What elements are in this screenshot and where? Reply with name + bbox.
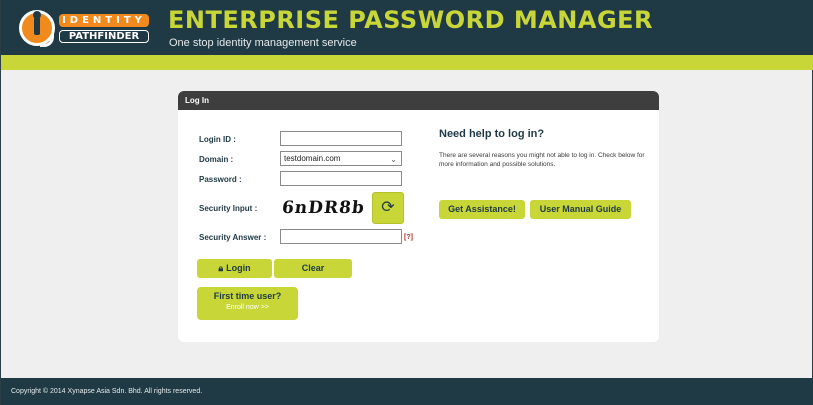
login-id-label: Login ID : bbox=[199, 135, 236, 144]
panel-title: Log In bbox=[178, 91, 659, 110]
domain-select[interactable]: testdomain.com ⌄ bbox=[280, 151, 402, 166]
domain-selected-value: testdomain.com bbox=[284, 154, 341, 163]
logo-text-bottom: PATHFINDER bbox=[59, 30, 149, 43]
clear-button[interactable]: Clear bbox=[274, 259, 352, 278]
first-time-user-button[interactable]: First time user? Enroll now >> bbox=[197, 287, 298, 320]
login-id-input[interactable] bbox=[280, 131, 402, 146]
security-answer-help-link[interactable]: [?] bbox=[404, 234, 413, 241]
get-assistance-label: Get Assistance! bbox=[448, 204, 516, 214]
copyright-text: Copyright © 2014 Xynapse Asia Sdn. Bhd. … bbox=[11, 388, 203, 395]
user-manual-label: User Manual Guide bbox=[539, 204, 622, 214]
identity-pathfinder-logo: IDENTITY PATHFINDER bbox=[19, 10, 149, 47]
login-panel: Log In Login ID : Domain : testdomain.co… bbox=[178, 91, 659, 342]
user-manual-button[interactable]: User Manual Guide bbox=[530, 200, 631, 219]
need-help-heading: Need help to log in? bbox=[439, 128, 545, 140]
app-title: ENTERPRISE PASSWORD MANAGER bbox=[168, 6, 654, 34]
domain-label: Domain : bbox=[199, 155, 234, 164]
need-help-text: There are several reasons you might not … bbox=[439, 152, 645, 168]
refresh-icon: ⟳ bbox=[381, 199, 395, 216]
password-input[interactable] bbox=[280, 171, 402, 186]
captcha-image: 6nDR8b bbox=[280, 198, 366, 218]
security-answer-input[interactable] bbox=[280, 229, 402, 244]
enroll-now-link[interactable]: Enroll now >> bbox=[197, 304, 298, 311]
first-time-title: First time user? bbox=[213, 291, 282, 301]
accent-bar bbox=[1, 55, 813, 70]
login-button[interactable]: 🔒︎ Login bbox=[197, 259, 272, 278]
chevron-down-icon: ⌄ bbox=[390, 155, 397, 164]
security-input-label: Security Input : bbox=[199, 204, 258, 213]
clear-button-label: Clear bbox=[301, 263, 325, 273]
page-header: IDENTITY PATHFINDER ENTERPRISE PASSWORD … bbox=[1, 0, 813, 55]
page-footer: Copyright © 2014 Xynapse Asia Sdn. Bhd. … bbox=[1, 378, 813, 405]
logo-text-top: IDENTITY bbox=[59, 14, 149, 27]
login-button-label: Login bbox=[226, 263, 251, 273]
app-subtitle: One stop identity management service bbox=[169, 37, 357, 49]
get-assistance-button[interactable]: Get Assistance! bbox=[439, 200, 525, 219]
lock-icon: 🔒︎ bbox=[218, 263, 224, 273]
password-label: Password : bbox=[199, 175, 242, 184]
captcha-refresh-button[interactable]: ⟳ bbox=[372, 192, 404, 224]
logo-i-icon bbox=[19, 10, 55, 47]
security-answer-label: Security Answer : bbox=[199, 233, 267, 242]
